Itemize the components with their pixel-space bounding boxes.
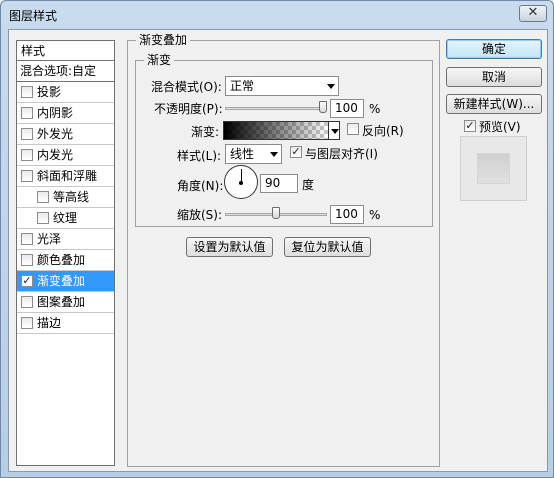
angle-unit: 度: [302, 178, 315, 192]
reverse-checkbox[interactable]: [347, 123, 359, 135]
style-item-label: 描边: [37, 316, 62, 330]
style-item-label: 内发光: [37, 148, 74, 162]
style-value: 线性: [230, 147, 255, 161]
style-item[interactable]: 斜面和浮雕: [17, 166, 114, 187]
preview-label: 预览(V): [479, 120, 521, 134]
angle-value: 90: [265, 176, 281, 190]
opacity-value: 100: [335, 101, 358, 115]
styles-list: 样式 混合选项:自定 投影内阴影外发光内发光斜面和浮雕等高线纹理光泽颜色叠加渐变…: [16, 40, 115, 466]
angle-label: 角度(N):: [177, 179, 224, 193]
style-item-label: 投影: [37, 85, 62, 99]
blend-options-item[interactable]: 混合选项:自定: [17, 61, 114, 82]
style-item[interactable]: 投影: [17, 82, 114, 103]
style-item-checkbox[interactable]: [37, 212, 49, 224]
opacity-percent: %: [369, 102, 381, 116]
align-with-layer-checkbox[interactable]: [290, 146, 302, 158]
chevron-down-icon: [327, 84, 335, 89]
layer-style-dialog: 图层样式 ✕ 样式 混合选项:自定 投影内阴影外发光内发光斜面和浮雕等高线纹理光…: [0, 0, 554, 478]
set-default-button[interactable]: 设置为默认值: [186, 237, 273, 257]
style-item[interactable]: 光泽: [17, 229, 114, 250]
gradient-picker-arrow[interactable]: [329, 121, 340, 140]
style-item[interactable]: 图案叠加: [17, 292, 114, 313]
style-item-label: 外发光: [37, 127, 74, 141]
style-preview: [460, 136, 527, 201]
dialog-body: 样式 混合选项:自定 投影内阴影外发光内发光斜面和浮雕等高线纹理光泽颜色叠加渐变…: [8, 29, 548, 472]
style-item-checkbox[interactable]: [21, 170, 33, 182]
style-item-label: 纹理: [53, 211, 78, 225]
align-with-layer-label: 与图层对齐(I): [305, 147, 378, 161]
blend-mode-label: 混合模式(O):: [151, 80, 222, 94]
opacity-label: 不透明度(P):: [154, 102, 223, 116]
style-item[interactable]: 渐变叠加: [17, 271, 114, 292]
style-item-label: 斜面和浮雕: [37, 169, 98, 183]
style-item-checkbox[interactable]: [21, 149, 33, 161]
opacity-slider-thumb[interactable]: [319, 101, 327, 113]
style-item[interactable]: 颜色叠加: [17, 250, 114, 271]
style-item-label: 等高线: [53, 190, 90, 204]
style-items: 投影内阴影外发光内发光斜面和浮雕等高线纹理光泽颜色叠加渐变叠加图案叠加描边: [17, 82, 114, 334]
scale-percent: %: [369, 208, 381, 222]
style-item-label: 颜色叠加: [37, 253, 86, 267]
ok-button[interactable]: 确定: [446, 39, 542, 59]
reverse-label: 反向(R): [362, 124, 404, 138]
style-preview-swatch: [477, 153, 510, 184]
angle-dial[interactable]: [224, 165, 258, 199]
new-style-button[interactable]: 新建样式(W)...: [446, 94, 542, 114]
angle-input[interactable]: 90: [260, 174, 298, 193]
style-label: 样式(L):: [177, 149, 222, 163]
blend-mode-value: 正常: [230, 79, 255, 93]
scale-label: 缩放(S):: [177, 208, 223, 222]
style-item-label: 内阴影: [37, 106, 74, 120]
close-icon: ✕: [527, 5, 539, 20]
style-item-checkbox[interactable]: [21, 107, 33, 119]
style-item-checkbox[interactable]: [21, 296, 33, 308]
close-button[interactable]: ✕: [519, 5, 547, 22]
style-item-checkbox[interactable]: [21, 275, 33, 287]
style-item-checkbox[interactable]: [21, 254, 33, 266]
title-bar[interactable]: 图层样式 ✕: [1, 1, 553, 29]
gradient-overlay-title: 渐变叠加: [136, 33, 191, 47]
style-item[interactable]: 等高线: [17, 187, 114, 208]
opacity-slider-track[interactable]: [225, 107, 327, 110]
style-item-label: 光泽: [37, 232, 62, 246]
style-item[interactable]: 外发光: [17, 124, 114, 145]
window-title: 图层样式: [9, 9, 58, 23]
scale-value: 100: [335, 207, 358, 221]
style-item-checkbox[interactable]: [21, 128, 33, 140]
preview-checkbox[interactable]: [464, 120, 476, 132]
scale-input[interactable]: 100: [330, 205, 364, 224]
style-item-label: 渐变叠加: [37, 274, 86, 288]
style-item-checkbox[interactable]: [21, 317, 33, 329]
angle-dial-center: [239, 181, 243, 185]
gradient-subgroup-title: 渐变: [144, 53, 175, 67]
reset-default-button[interactable]: 复位为默认值: [284, 237, 371, 257]
style-item-label: 图案叠加: [37, 295, 86, 309]
style-item-checkbox[interactable]: [21, 233, 33, 245]
scale-slider-thumb[interactable]: [272, 207, 280, 219]
style-item[interactable]: 内发光: [17, 145, 114, 166]
styles-header[interactable]: 样式: [17, 41, 114, 61]
style-item[interactable]: 纹理: [17, 208, 114, 229]
style-item[interactable]: 内阴影: [17, 103, 114, 124]
style-item-checkbox[interactable]: [37, 191, 49, 203]
style-item[interactable]: 描边: [17, 313, 114, 334]
style-item-checkbox[interactable]: [21, 86, 33, 98]
opacity-input[interactable]: 100: [330, 99, 364, 118]
gradient-swatch[interactable]: [223, 121, 329, 140]
style-select[interactable]: 线性: [225, 144, 282, 164]
gradient-label: 渐变:: [191, 125, 220, 139]
cancel-button[interactable]: 取消: [446, 67, 542, 87]
chevron-down-icon: [270, 152, 278, 157]
blend-mode-select[interactable]: 正常: [225, 76, 339, 96]
